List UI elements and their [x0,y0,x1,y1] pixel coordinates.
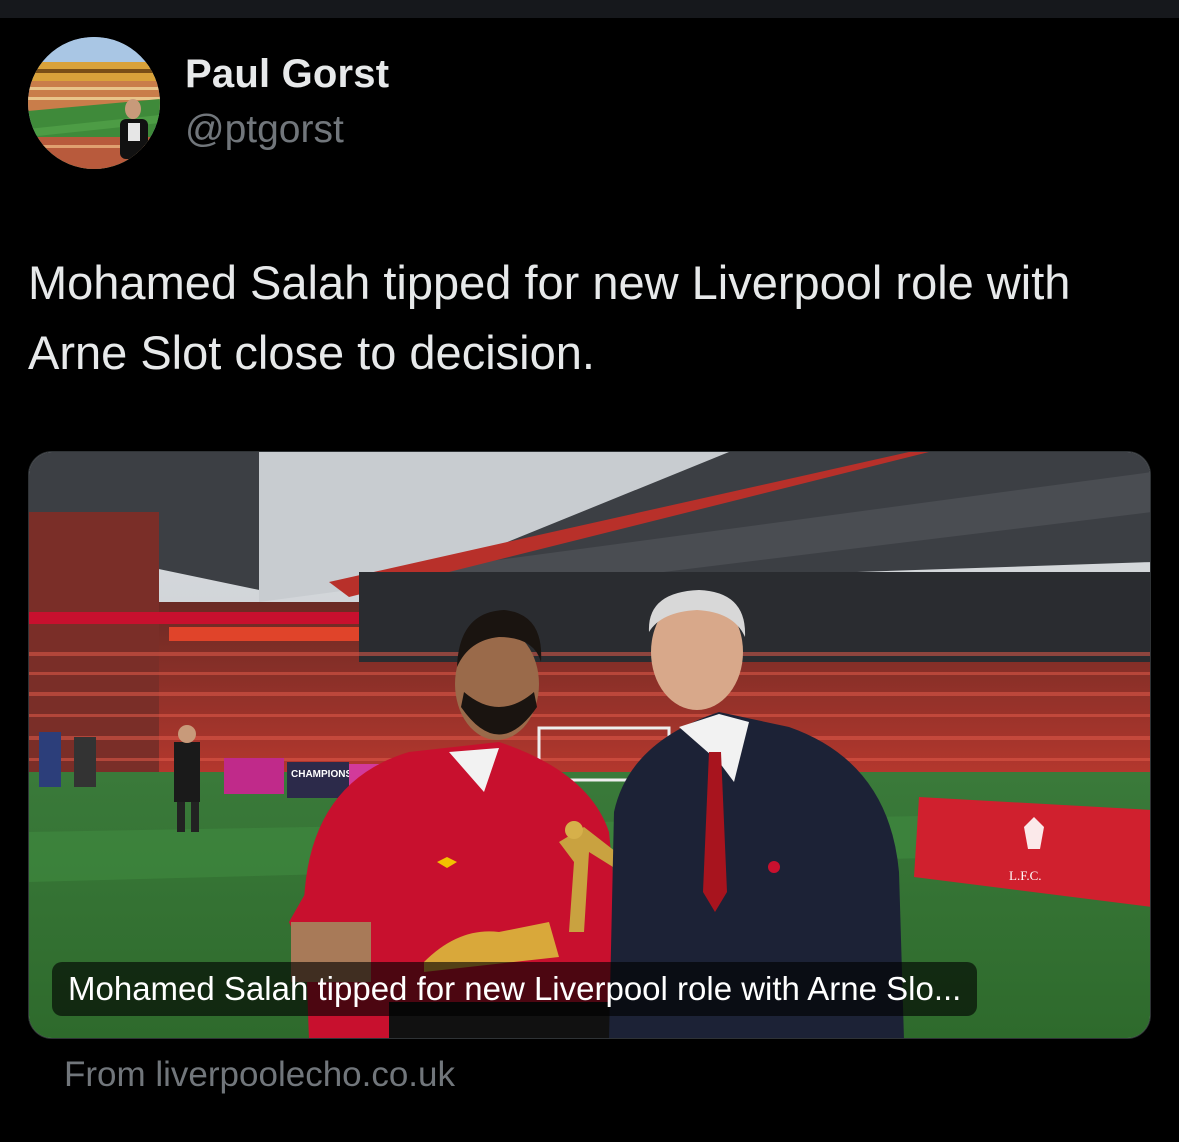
avatar-photo [28,37,160,169]
author-handle[interactable]: @ptgorst [185,108,344,152]
card-source-domain[interactable]: From liverpoolecho.co.uk [64,1055,455,1095]
top-status-strip [0,0,1179,18]
link-preview-card[interactable]: CHAMPIONS 2024/25 L.F.C. Mohamed Salah t… [28,451,1151,1039]
card-caption: Mohamed Salah tipped for new Liverpool r… [52,962,978,1016]
author-name[interactable]: Paul Gorst [185,52,389,97]
tweet-text: Mohamed Salah tipped for new Liverpool r… [28,256,1071,379]
lfc-flag-text: L.F.C. [1009,868,1042,883]
article-thumbnail-image: CHAMPIONS 2024/25 L.F.C. [29,452,1150,1038]
author-avatar[interactable] [28,37,160,169]
